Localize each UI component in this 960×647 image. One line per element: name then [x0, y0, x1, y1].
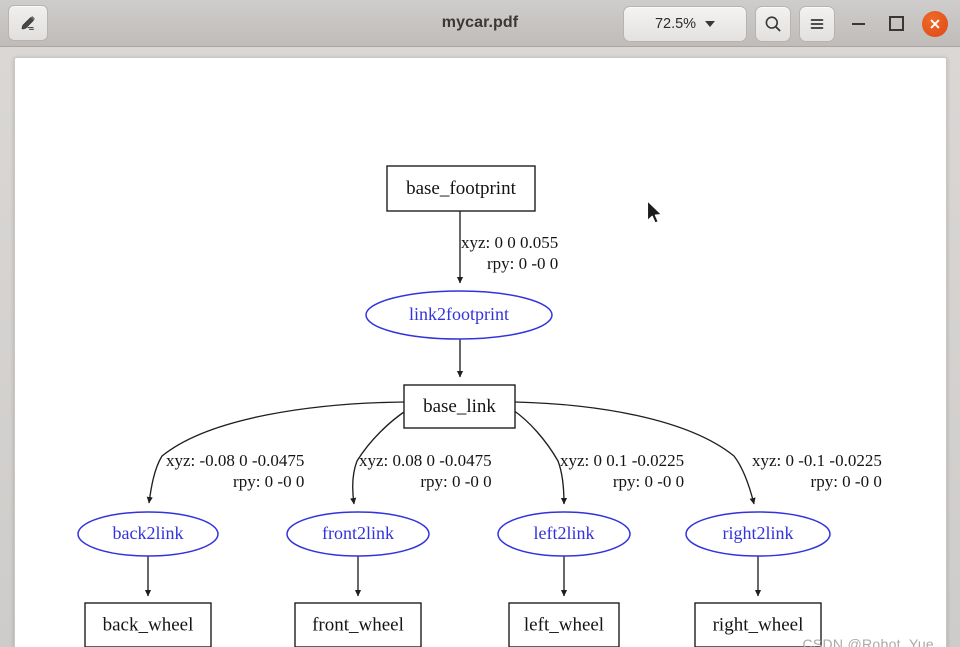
pdf-page: base_footprint base_link back_wheel front_w… [14, 57, 947, 647]
node-label-front_wheel: front_wheel [312, 614, 404, 635]
node-label-right_wheel: right_wheel [713, 614, 804, 635]
search-icon [765, 15, 781, 31]
close-button[interactable] [922, 10, 948, 37]
edge-label-rpy-baselink-to-back: rpy: 0 -0 0 [233, 472, 304, 491]
minimize-button[interactable] [843, 9, 873, 39]
minimize-icon [851, 22, 865, 25]
close-icon [930, 19, 940, 28]
maximize-icon [888, 16, 904, 31]
node-label-left_wheel: left_wheel [524, 614, 604, 635]
edge-baselink-left2link [512, 409, 568, 505]
edge-label-rpy-baselink-to-right: rpy: 0 -0 0 [811, 472, 882, 491]
maximize-button[interactable] [881, 9, 911, 39]
node-label-back2link: back2link [113, 523, 184, 543]
document-scroll-area[interactable]: base_footprint base_link back_wheel front_w… [0, 47, 960, 647]
graph-nodes-boxes: base_footprint base_link back_wheel front_w… [84, 165, 822, 647]
node-label-right2link: right2link [723, 523, 794, 543]
edge-label-rpy-baselink-to-front: rpy: 0 -0 0 [420, 472, 491, 491]
edge-label-xyz-baselink-to-right: xyz: 0 -0.1 -0.0225 [752, 451, 882, 470]
zoom-level-dropdown[interactable]: 72.5% [623, 5, 747, 42]
edge-label-rpy-baselink-to-left: rpy: 0 -0 0 [613, 472, 684, 491]
node-label-back_wheel: back_wheel [103, 614, 194, 635]
edge-label-xyz-baselink-to-back: xyz: -0.08 0 -0.0475 [166, 451, 304, 470]
annotate-button[interactable] [8, 5, 48, 41]
edge-label-xyz-footprint-to-baselink: xyz: 0 0 0.055 [461, 233, 558, 252]
graph-edge-labels: xyz: 0 0 0.055 rpy: 0 -0 0 xyz: -0.08 0 -0… [166, 233, 882, 491]
node-label-link2footprint: link2footprint [409, 304, 509, 324]
main-menu-button[interactable] [799, 5, 835, 42]
urdf-tree-graph: base_footprint base_link back_wheel front_w… [77, 165, 882, 647]
search-button[interactable] [755, 5, 791, 42]
node-label-base_link: base_link [423, 396, 496, 417]
hamburger-menu-icon [810, 18, 824, 29]
title-bar: mycar.pdf 72.5% [0, 0, 960, 47]
zoom-level-value: 72.5% [654, 15, 697, 32]
edge-label-xyz-baselink-to-front: xyz: 0.08 0 -0.0475 [359, 451, 492, 470]
edge-label-xyz-baselink-to-left: xyz: 0 0.1 -0.0225 [560, 451, 684, 470]
pencil-icon [21, 16, 35, 30]
watermark: CSDN @Robot_Yue [802, 636, 934, 647]
node-label-front2link: front2link [322, 523, 394, 543]
chevron-down-icon [705, 20, 716, 27]
titlebar-right-controls: 72.5% [623, 0, 960, 47]
node-label-base_footprint: base_footprint [406, 178, 516, 199]
node-label-left2link: left2link [534, 523, 595, 543]
edge-label-rpy-footprint-to-baselink: rpy: 0 -0 0 [487, 254, 558, 273]
pdf-viewer-window: mycar.pdf 72.5% base_footprint base_link… [0, 0, 960, 647]
